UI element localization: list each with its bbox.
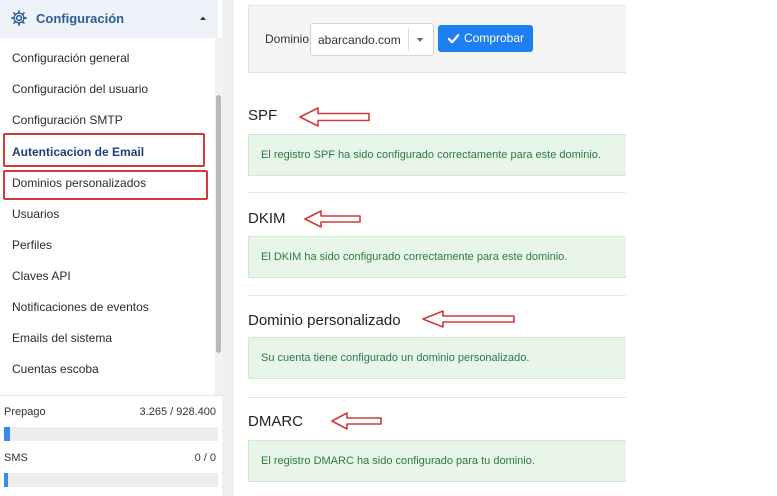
sidebar-item-emails-sistema[interactable]: Emails del sistema bbox=[12, 329, 112, 347]
quota-prepago-bar bbox=[4, 427, 218, 441]
quota-prepago-fill bbox=[4, 427, 10, 441]
chevron-down-icon[interactable] bbox=[417, 38, 423, 42]
main-content: Dominio abarcando.com Comprobar SPF El r… bbox=[234, 0, 777, 496]
annotation-arrow-icon bbox=[331, 412, 382, 430]
annotation-arrow-icon bbox=[422, 310, 515, 328]
quota-sms-value: 0 / 0 bbox=[194, 452, 216, 464]
annotation-box-autenticacion bbox=[3, 133, 205, 167]
quota-prepago-value: 3.265 / 928.400 bbox=[139, 406, 216, 418]
quota-sms-label: SMS bbox=[4, 452, 28, 464]
annotation-arrow-icon bbox=[299, 107, 370, 127]
sidebar-item-configuracion-general[interactable]: Configuración general bbox=[12, 49, 129, 67]
gear-icon bbox=[11, 10, 27, 26]
alert-spf-text: El registro SPF ha sido configurado corr… bbox=[261, 149, 601, 161]
alert-dmarc-text: El registro DMARC ha sido configurado pa… bbox=[261, 455, 535, 467]
quota-prepago-label: Prepago bbox=[4, 406, 46, 418]
quota-sms-fill bbox=[4, 473, 8, 487]
check-icon bbox=[447, 34, 460, 44]
sidebar-section-header[interactable]: Configuración bbox=[0, 0, 218, 38]
sidebar-item-configuracion-smtp[interactable]: Configuración SMTP bbox=[12, 111, 123, 129]
section-divider bbox=[248, 397, 626, 398]
sidebar-item-notificaciones-eventos[interactable]: Notificaciones de eventos bbox=[12, 298, 149, 316]
quota-divider bbox=[0, 395, 222, 396]
domain-check-panel: Dominio abarcando.com Comprobar bbox=[248, 5, 626, 73]
domain-select-separator bbox=[408, 28, 409, 51]
sidebar: Configuración Configuración general Conf… bbox=[0, 0, 222, 496]
domain-select[interactable]: abarcando.com bbox=[310, 23, 434, 56]
sidebar-section-title: Configuración bbox=[36, 11, 125, 26]
section-title-dkim: DKIM bbox=[248, 210, 286, 227]
quota-sms-bar bbox=[4, 473, 218, 487]
domain-label: Dominio bbox=[265, 32, 310, 46]
sidebar-item-usuarios[interactable]: Usuarios bbox=[12, 205, 59, 223]
chevron-up-icon[interactable] bbox=[198, 13, 208, 23]
section-title-dmarc: DMARC bbox=[248, 413, 303, 430]
check-button-label: Comprobar bbox=[464, 31, 525, 45]
alert-spf: El registro SPF ha sido configurado corr… bbox=[248, 134, 626, 176]
domain-select-value: abarcando.com bbox=[318, 33, 401, 47]
alert-dmarc: El registro DMARC ha sido configurado pa… bbox=[248, 440, 626, 482]
sidebar-item-claves-api[interactable]: Claves API bbox=[12, 267, 71, 285]
alert-dominio-personalizado-text: Su cuenta tiene configurado un dominio p… bbox=[261, 352, 530, 364]
alert-dominio-personalizado: Su cuenta tiene configurado un dominio p… bbox=[248, 337, 626, 379]
sidebar-item-perfiles[interactable]: Perfiles bbox=[12, 236, 52, 254]
check-button[interactable]: Comprobar bbox=[438, 25, 533, 52]
section-title-dominio-personalizado: Dominio personalizado bbox=[248, 312, 401, 329]
content-gutter bbox=[222, 0, 234, 496]
alert-dkim-text: El DKIM ha sido configurado correctament… bbox=[261, 251, 568, 263]
annotation-arrow-icon bbox=[304, 210, 361, 228]
alert-dkim: El DKIM ha sido configurado correctament… bbox=[248, 236, 626, 278]
sidebar-item-cuentas-escoba[interactable]: Cuentas escoba bbox=[12, 360, 99, 378]
section-title-spf: SPF bbox=[248, 107, 278, 124]
annotation-box-dominios bbox=[3, 170, 208, 200]
sidebar-item-configuracion-usuario[interactable]: Configuración del usuario bbox=[12, 80, 148, 98]
sidebar-scrollbar[interactable] bbox=[216, 95, 221, 353]
section-divider bbox=[248, 192, 626, 193]
section-divider bbox=[248, 295, 626, 296]
